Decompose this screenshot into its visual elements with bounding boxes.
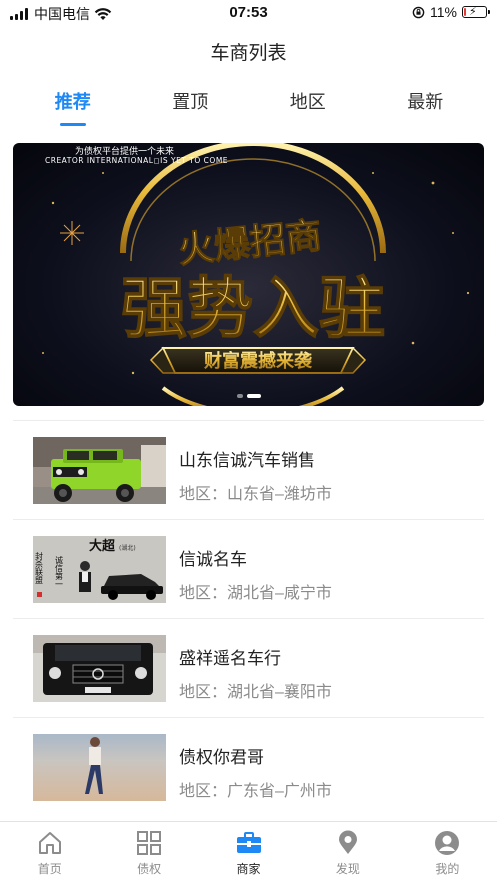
location-pin-icon (338, 830, 357, 854)
tabbar-merchants[interactable]: 商家 (199, 822, 298, 883)
dealer-thumbnail (33, 734, 166, 801)
tab-region[interactable]: 地区 (249, 88, 367, 128)
banner-headline-small: 火爆招商 (176, 216, 324, 272)
rotation-lock-icon (412, 6, 425, 18)
svg-text:封杀联盟: 封杀联盟 (35, 551, 44, 584)
tabbar-label: 我的 (435, 862, 460, 876)
tabbar-label: 商家 (236, 862, 261, 876)
tabbar-label: 首页 (37, 862, 62, 876)
status-bar: 中国电信 07:53 11% ⚡ (0, 0, 497, 26)
dealer-list: 山东信诚汽车销售 地区：山东省–潍坊市 大超 (湖北) 封杀联盟 诚信第一 信诚… (13, 420, 484, 816)
dealer-name: 信诚名车 (179, 550, 247, 569)
banner-top-en: CREATOR INTERNATIONAL◻IS YET TO COME (45, 156, 228, 165)
status-right: 11% ⚡ (412, 4, 490, 20)
tabbar-discover[interactable]: 发现 (298, 822, 397, 883)
svg-text:诚信第一: 诚信第一 (55, 555, 64, 588)
dealer-name: 债权你君哥 (179, 748, 264, 767)
tabbar-home[interactable]: 首页 (0, 822, 99, 883)
carousel-dot[interactable] (236, 394, 243, 398)
filter-tabs: 推荐 置顶 地区 最新 (14, 88, 484, 128)
dealer-thumbnail (33, 437, 166, 504)
carousel-indicator (236, 394, 261, 398)
page-title: 车商列表 (210, 43, 287, 64)
svg-text:(湖北): (湖北) (119, 544, 136, 552)
list-item[interactable]: 山东信诚汽车销售 地区：山东省–潍坊市 (13, 420, 484, 519)
dealer-name: 山东信诚汽车销售 (179, 451, 315, 470)
firework-icon (60, 221, 84, 245)
home-icon (38, 832, 61, 854)
dealer-thumbnail: 大超 (湖北) 封杀联盟 诚信第一 (33, 536, 166, 603)
banner-ribbon-text: 财富震撼来袭 (204, 350, 313, 372)
tabbar-label: 发现 (335, 862, 360, 876)
dealer-region: 地区：湖北省–襄阳市 (179, 684, 332, 701)
bottom-tab-bar: 首页 债权 商家 发现 我的 (0, 821, 497, 883)
tabbar-label: 债权 (137, 862, 162, 876)
tab-latest[interactable]: 最新 (367, 88, 485, 128)
tabbar-profile[interactable]: 我的 (398, 822, 497, 883)
briefcase-icon (236, 832, 261, 853)
user-icon (435, 831, 460, 855)
tab-recommended[interactable]: 推荐 (14, 88, 132, 128)
grid-icon (137, 831, 162, 855)
tabbar-debt[interactable]: 债权 (99, 822, 198, 883)
dealer-region: 地区：湖北省–咸宁市 (179, 585, 332, 602)
list-item[interactable]: 盛祥遥名车行 地区：湖北省–襄阳市 (13, 618, 484, 717)
svg-text:大超: 大超 (89, 538, 116, 554)
list-item[interactable]: 债权你君哥 地区：广东省–广州市 (13, 717, 484, 816)
battery-percent: 11% (430, 4, 457, 20)
list-item[interactable]: 大超 (湖北) 封杀联盟 诚信第一 信诚名车 地区：湖北省–咸宁市 (13, 519, 484, 618)
banner-headline-big: 强势入驻 (121, 270, 385, 347)
dealer-name: 盛祥遥名车行 (179, 649, 281, 668)
carousel-dot[interactable] (246, 394, 261, 398)
promo-banner[interactable]: 为债权平台提供一个未来 CREATOR INTERNATIONAL◻IS YET… (13, 143, 484, 406)
dealer-region: 地区：山东省–潍坊市 (179, 486, 332, 503)
dealer-thumbnail (33, 635, 166, 702)
dealer-region: 地区：广东省–广州市 (179, 783, 332, 800)
banner-artwork: 为债权平台提供一个未来 CREATOR INTERNATIONAL◻IS YET… (42, 143, 470, 406)
tab-pinned[interactable]: 置顶 (132, 88, 250, 128)
battery-icon: ⚡ (462, 6, 490, 18)
